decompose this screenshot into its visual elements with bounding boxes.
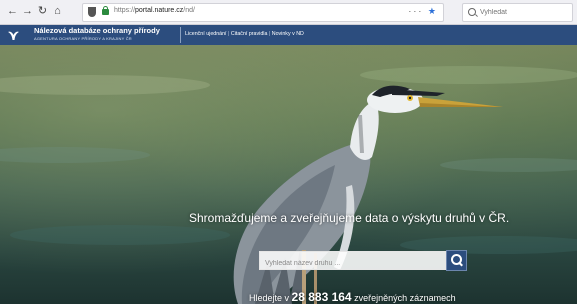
browser-search-input[interactable] <box>480 6 568 18</box>
stats-prefix: Hledejte v <box>249 293 290 303</box>
nav-link-citation[interactable]: Citační pravidla <box>231 31 268 37</box>
tracking-shield-icon[interactable] <box>88 7 96 17</box>
site-subtitle: AGENTURA OCHRANY PŘÍRODY A KRAJINY ČR <box>34 36 132 41</box>
hero-tagline: Shromažďujeme a zveřejňujeme data o výsk… <box>189 211 510 225</box>
forward-arrow-icon[interactable]: → <box>21 4 34 19</box>
nav-link-license[interactable]: Licenční ujednání <box>185 31 227 37</box>
browser-toolbar: ← → ↻ ⌂ https://portal.nature.cz/nd/ ···… <box>0 0 577 25</box>
magnifier-handle <box>458 261 463 267</box>
species-search-box[interactable] <box>259 251 446 271</box>
page-actions-menu-icon: ··· <box>408 6 428 16</box>
reload-icon[interactable]: ↻ <box>36 4 49 19</box>
site-title[interactable]: Nálezová databáze ochrany přírody <box>34 26 160 35</box>
site-header: Nálezová databáze ochrany přírody AGENTU… <box>0 25 577 45</box>
stats-suffix: zveřejněných záznamech <box>354 293 456 303</box>
page-actions[interactable]: ··· ★ <box>408 6 438 17</box>
nav-separator: | <box>228 31 230 37</box>
hero-section: Shromažďujeme a zveřejňujeme data o výsk… <box>0 45 577 304</box>
home-icon[interactable]: ⌂ <box>51 4 64 19</box>
bird-logo-icon[interactable] <box>7 29 20 41</box>
header-nav: Licenční ujednání | Citační pravidla | N… <box>185 31 304 37</box>
back-arrow-icon[interactable]: ← <box>6 4 19 19</box>
species-search-input[interactable] <box>260 256 443 271</box>
lock-icon[interactable] <box>102 6 109 15</box>
url-text[interactable]: https://portal.nature.cz/nd/ <box>114 7 195 14</box>
nav-separator: | <box>268 31 271 37</box>
header-divider <box>180 27 181 43</box>
nav-link-news[interactable]: Novinky v ND <box>272 31 304 37</box>
address-bar[interactable]: https://portal.nature.cz/nd/ ··· ★ <box>82 3 444 22</box>
browser-search-box[interactable] <box>462 3 573 22</box>
bookmark-star-icon: ★ <box>427 6 438 16</box>
records-count: 28 883 164 <box>291 290 352 304</box>
species-search-button[interactable] <box>446 250 467 271</box>
search-icon <box>468 8 476 16</box>
records-stats: Hledejte v 28 883 164 zveřejněných zázna… <box>249 290 456 304</box>
